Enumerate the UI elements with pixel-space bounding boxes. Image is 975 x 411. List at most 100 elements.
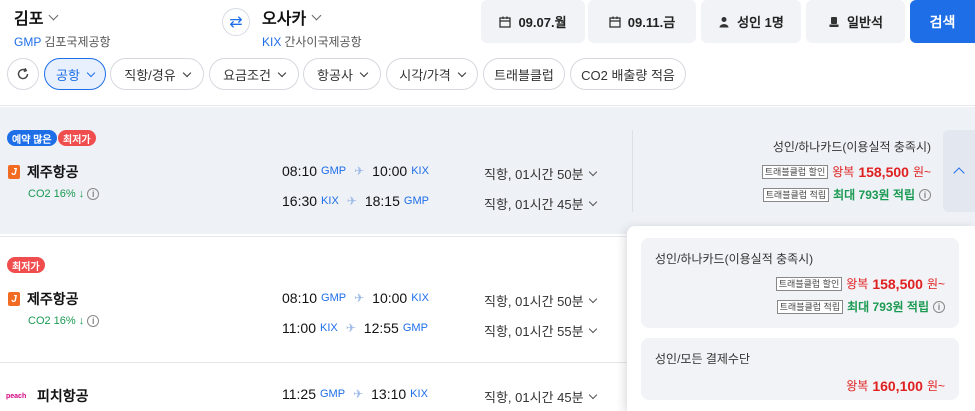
duration-toggle[interactable]: 직항, 01시간 55분 bbox=[484, 321, 597, 340]
price-amount: 158,500 bbox=[858, 163, 909, 180]
duration-toggle[interactable]: 직항, 01시간 50분 bbox=[484, 291, 597, 310]
chevron-down-icon bbox=[588, 294, 597, 304]
airline-name: peach 피치항공 bbox=[6, 386, 89, 406]
airline-label: 제주항공 bbox=[27, 291, 79, 307]
filter-airline[interactable]: 항공사 bbox=[303, 58, 381, 90]
flight-segment-outbound: 08:10 GMP ✈ 10:00 KIX bbox=[282, 290, 429, 306]
plane-icon: ✈ bbox=[346, 194, 357, 208]
plane-icon: ✈ bbox=[354, 291, 365, 305]
peach-logo-icon: peach bbox=[6, 392, 27, 400]
divider bbox=[632, 130, 633, 212]
cabin-class-button[interactable]: 일반석 bbox=[806, 0, 905, 43]
dep-time: 08:10 bbox=[282, 290, 318, 306]
depart-date: 09.07.월 bbox=[518, 15, 567, 30]
refresh-button[interactable] bbox=[7, 58, 39, 90]
person-icon bbox=[719, 16, 729, 27]
filter-time-price[interactable]: 시각/가격 bbox=[386, 58, 478, 90]
airline-name: J 제주항공 bbox=[8, 289, 79, 309]
flight-segment-outbound: 08:10 GMP ✈ 10:00 KIX bbox=[282, 163, 429, 179]
arr-airport: KIX bbox=[411, 292, 429, 304]
price-condition: 성인/모든 결제수단 bbox=[655, 352, 750, 366]
chevron-up-icon bbox=[953, 167, 965, 179]
duration-text: 직항, 01시간 45분 bbox=[484, 390, 584, 405]
arr-airport: GMP bbox=[402, 322, 428, 334]
price-amount: 160,100 bbox=[872, 377, 923, 394]
filter-travel-club[interactable]: 트래블클럽 bbox=[483, 58, 565, 90]
info-icon[interactable]: i bbox=[87, 188, 100, 200]
travel-club-discount-tag: 트래블클럽 할인 bbox=[775, 276, 843, 291]
price-condition: 성인/하나카드(이용실적 충족시) bbox=[772, 140, 931, 154]
origin-airport: 김포국제공항 bbox=[44, 35, 111, 49]
info-icon[interactable]: i bbox=[919, 188, 931, 201]
collapse-prices-button[interactable] bbox=[943, 130, 975, 212]
destination-city: 오사카 bbox=[262, 11, 307, 28]
dep-airport: GMP bbox=[320, 388, 346, 400]
dep-airport: GMP bbox=[321, 292, 347, 304]
origin-selector[interactable]: 김포 GMP 김포국제공항 bbox=[14, 5, 111, 50]
dep-airport: GMP bbox=[321, 165, 347, 177]
filter-label: 항공사 bbox=[317, 67, 353, 83]
swap-route-button[interactable]: ⇄ bbox=[222, 8, 250, 36]
jejuair-logo-icon: J bbox=[8, 292, 20, 306]
round-trip-label: 왕복 bbox=[846, 379, 869, 393]
jejuair-logo-icon: J bbox=[8, 165, 20, 179]
refresh-icon bbox=[17, 67, 29, 80]
duration-toggle[interactable]: 직항, 01시간 45분 bbox=[484, 194, 597, 213]
currency-suffix: 원~ bbox=[912, 165, 931, 179]
down-arrow-icon: ↓ bbox=[78, 188, 85, 200]
travel-club-discount-tag: 트래블클럽 할인 bbox=[761, 164, 829, 179]
filter-label: 시각/가격 bbox=[399, 67, 451, 83]
plane-icon: ✈ bbox=[354, 164, 365, 178]
dep-time: 11:00 bbox=[282, 320, 316, 336]
origin-code: GMP bbox=[14, 35, 42, 49]
info-icon[interactable]: i bbox=[87, 315, 100, 327]
currency-suffix: 원~ bbox=[926, 277, 945, 291]
filter-label: 직항/경유 bbox=[124, 67, 176, 83]
filter-fare-condition[interactable]: 요금조건 bbox=[209, 58, 299, 90]
plane-icon: ✈ bbox=[353, 387, 364, 401]
price-summary[interactable]: 성인/하나카드(이용실적 충족시) 트래블클럽 할인 왕복 158,500 원~ 트래… bbox=[761, 138, 931, 203]
price-condition: 성인/하나카드(이용실적 충족시) bbox=[655, 252, 814, 266]
arr-time: 18:15 bbox=[364, 193, 400, 209]
return-date: 09.11.금 bbox=[627, 15, 676, 30]
price-option-hanacard[interactable]: 성인/하나카드(이용실적 충족시) 트래블클럽 할인 왕복 158,500 원~ 트래… bbox=[641, 238, 959, 328]
origin-city: 김포 bbox=[14, 11, 44, 28]
badge-lowest-price: 최저가 bbox=[58, 130, 96, 146]
arr-airport: KIX bbox=[411, 165, 429, 177]
search-header: 김포 GMP 김포국제공항 ⇄ 오사카 KIX 간사이국제공항 09.07.월 09… bbox=[0, 0, 975, 50]
passenger-button[interactable]: 성인 1명 bbox=[701, 0, 801, 43]
destination-airport: 간사이국제공항 bbox=[284, 35, 362, 49]
round-trip-label: 왕복 bbox=[846, 277, 869, 291]
duration-toggle[interactable]: 직항, 01시간 50분 bbox=[484, 164, 597, 183]
depart-date-button[interactable]: 09.07.월 bbox=[481, 0, 585, 43]
round-trip-label: 왕복 bbox=[832, 165, 855, 179]
filter-bar: 공항 직항/경유 요금조건 항공사 시각/가격 트래블클럽 CO2 배출량 적음 bbox=[0, 58, 975, 92]
travel-club-points-tag: 트래블클럽 적립 bbox=[776, 299, 844, 314]
price-option-all-payments[interactable]: 성인/모든 결제수단 왕복 160,100 원~ bbox=[641, 338, 959, 400]
points-text: 최대 793원 적립 bbox=[833, 188, 915, 202]
calendar-icon bbox=[499, 16, 512, 28]
filter-direct-transfer[interactable]: 직항/경유 bbox=[110, 58, 204, 90]
filter-low-co2[interactable]: CO2 배출량 적음 bbox=[570, 58, 686, 90]
chevron-down-icon bbox=[86, 68, 96, 77]
dep-airport: KIX bbox=[321, 195, 339, 207]
duration-toggle[interactable]: 직항, 01시간 45분 bbox=[484, 387, 597, 406]
co2-text: CO2 16% bbox=[28, 188, 76, 200]
airline-label: 제주항공 bbox=[27, 164, 79, 180]
travel-club-points-tag: 트래블클럽 적립 bbox=[762, 187, 830, 202]
filter-label: 공항 bbox=[56, 67, 80, 83]
price-amount: 158,500 bbox=[872, 275, 923, 292]
info-icon[interactable]: i bbox=[933, 300, 945, 313]
flight-segment-return: 11:00 KIX ✈ 12:55 GMP bbox=[282, 320, 428, 336]
search-button[interactable]: 검색 bbox=[910, 0, 975, 43]
seat-icon bbox=[829, 16, 839, 27]
chevron-down-icon bbox=[457, 68, 466, 77]
badge-lowest-price: 최저가 bbox=[7, 257, 45, 273]
cabin-class: 일반석 bbox=[847, 15, 883, 30]
destination-selector[interactable]: 오사카 KIX 간사이국제공항 bbox=[262, 5, 362, 50]
filter-airport[interactable]: 공항 bbox=[44, 58, 106, 90]
filter-label: 요금조건 bbox=[223, 67, 271, 83]
co2-indicator: CO2 16% ↓ i bbox=[28, 315, 100, 327]
return-date-button[interactable]: 09.11.금 bbox=[588, 0, 696, 43]
chevron-down-icon bbox=[588, 324, 597, 334]
